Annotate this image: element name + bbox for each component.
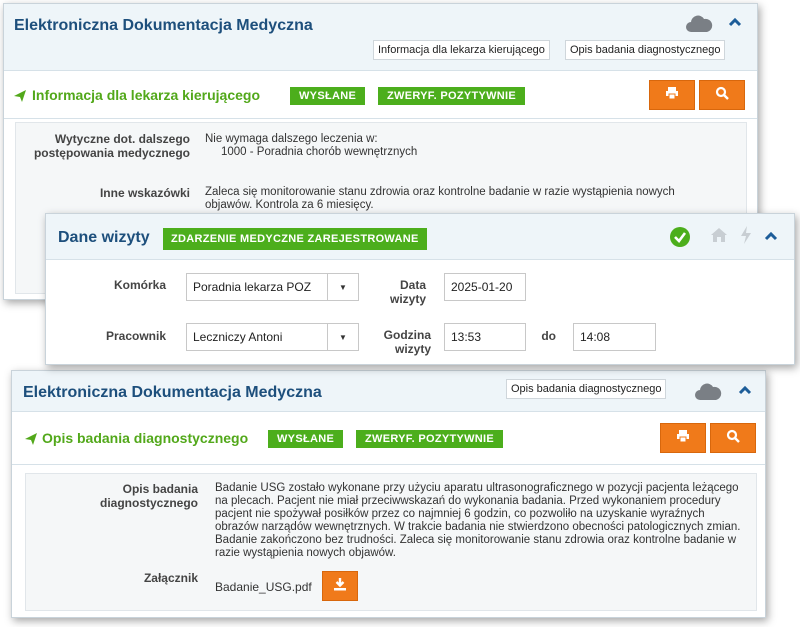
chevron-up-icon[interactable] xyxy=(728,15,742,33)
chevron-down-icon[interactable]: ▼ xyxy=(327,324,358,350)
print-button[interactable] xyxy=(649,80,695,110)
description-label: Opis badania diagnostycznego xyxy=(99,482,198,510)
visit-time-to-value: 14:08 xyxy=(580,330,611,344)
edm-header: Elektroniczna Dokumentacja Medyczna Opis… xyxy=(12,371,765,412)
search-button[interactable] xyxy=(710,423,756,453)
section-header: Opis badania diagnostycznego WYSŁANE ZWE… xyxy=(12,412,765,465)
send-icon xyxy=(24,432,38,451)
other-hints-label: Inne wskazówki xyxy=(99,186,190,200)
visit-data-card: Dane wizyty ZDARZENIE MEDYCZNE ZAREJESTR… xyxy=(45,213,795,365)
unit-select[interactable]: Poradnia lekarza POZ ▼ xyxy=(186,273,359,301)
edm-title: Elektroniczna Dokumentacja Medyczna xyxy=(14,17,313,34)
check-circle-icon xyxy=(669,226,691,253)
edm-header: Elektroniczna Dokumentacja Medyczna Info… xyxy=(4,4,757,71)
print-button[interactable] xyxy=(660,423,706,453)
visit-time-from-input[interactable]: 13:53 xyxy=(444,323,526,351)
home-icon[interactable] xyxy=(710,227,728,248)
search-button[interactable] xyxy=(699,80,745,110)
send-icon xyxy=(13,89,27,108)
print-icon xyxy=(665,86,679,105)
unit-select-value: Poradnia lekarza POZ xyxy=(193,280,312,294)
bolt-icon[interactable] xyxy=(740,225,752,250)
section-header: Informacja dla lekarza kierującego WYSŁA… xyxy=(4,71,757,119)
download-button[interactable] xyxy=(322,571,358,601)
status-badge-sent: WYSŁANE xyxy=(290,87,366,105)
diagnostic-body: Opis badania diagnostycznego Badanie USG… xyxy=(25,473,757,611)
attachment-filename: Badanie_USG.pdf xyxy=(215,580,312,594)
visit-date-value: 2025-01-20 xyxy=(451,280,513,294)
employee-label: Pracownik xyxy=(105,329,166,343)
status-badge-verified: ZWERYF. POZYTYWNIE xyxy=(356,430,504,448)
section-title: Informacja dla lekarza kierującego xyxy=(32,87,260,103)
guidelines-label: Wytyczne dot. dalszego postępowania medy… xyxy=(33,132,190,160)
status-badge-sent: WYSŁANE xyxy=(268,430,344,448)
cloud-icon[interactable] xyxy=(685,13,713,38)
employee-select-value: Leczniczy Antoni xyxy=(193,330,283,344)
tab-diagnostic-description[interactable]: Opis badania diagnostycznego xyxy=(565,40,726,60)
edm-title: Elektroniczna Dokumentacja Medyczna xyxy=(23,384,322,401)
attachment-label: Załącznik xyxy=(143,571,198,585)
status-badge-verified: ZWERYF. POZYTYWNIE xyxy=(378,87,526,105)
other-hints-value: Zaleca się monitorowanie stanu zdrowia o… xyxy=(205,186,675,211)
search-icon xyxy=(726,429,740,448)
description-value: Badanie USG zostało wykonane przy użyciu… xyxy=(215,482,741,559)
tab-referral-info[interactable]: Informacja dla lekarza kierującego xyxy=(373,40,550,60)
visit-time-from-value: 13:53 xyxy=(451,330,482,344)
guidelines-line2: 1000 - Poradnia chorób wewnętrznych xyxy=(221,146,418,158)
section-title: Opis badania diagnostycznego xyxy=(42,430,249,446)
visit-header: Dane wizyty ZDARZENIE MEDYCZNE ZAREJESTR… xyxy=(46,214,794,260)
search-icon xyxy=(715,86,729,105)
print-icon xyxy=(676,429,690,448)
chevron-up-icon[interactable] xyxy=(738,383,752,401)
download-icon xyxy=(333,577,347,596)
guidelines-line1: Nie wymaga dalszego leczenia w: xyxy=(205,133,378,145)
visit-title: Dane wizyty xyxy=(58,229,150,246)
visit-date-input[interactable]: 2025-01-20 xyxy=(444,273,526,301)
visit-time-label: Godzina wizyty xyxy=(383,328,431,356)
chevron-up-icon[interactable] xyxy=(764,229,778,247)
unit-label: Komórka xyxy=(113,278,166,292)
visit-date-label: Data wizyty xyxy=(389,278,426,306)
chevron-down-icon[interactable]: ▼ xyxy=(327,274,358,300)
time-to-label: do xyxy=(541,329,556,343)
visit-time-to-input[interactable]: 14:08 xyxy=(573,323,656,351)
employee-select[interactable]: Leczniczy Antoni ▼ xyxy=(186,323,359,351)
tab-diagnostic-description[interactable]: Opis badania diagnostycznego xyxy=(506,379,667,399)
cloud-icon[interactable] xyxy=(694,381,722,406)
visit-status-badge: ZDARZENIE MEDYCZNE ZAREJESTROWANE xyxy=(163,228,427,250)
edm-card-diagnostic: Elektroniczna Dokumentacja Medyczna Opis… xyxy=(11,370,766,618)
